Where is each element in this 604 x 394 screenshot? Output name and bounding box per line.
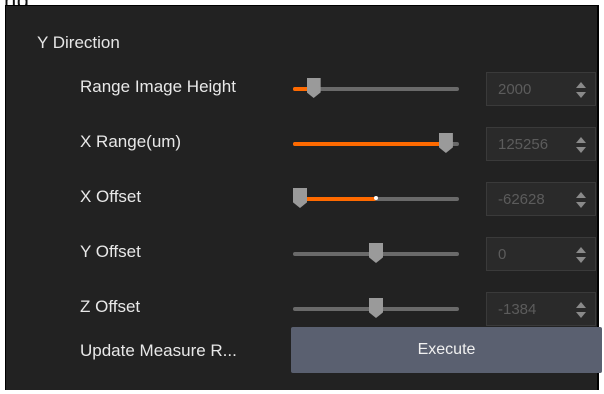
range-image-height-label: Range Image Height [80,77,236,96]
slider-center-marker [374,196,378,200]
slider-thumb[interactable] [293,188,307,208]
spin-arrows-icon[interactable] [576,192,587,208]
range-image-height-slider[interactable] [293,78,459,98]
range-image-height-row: Range Image Height 2000 [6,69,596,109]
update-measure-label: Update Measure R... [80,341,237,360]
z-offset-label: Z Offset [80,297,141,316]
x-range-slider[interactable] [293,133,459,153]
y-offset-label: Y Offset [80,242,141,261]
y-offset-value[interactable]: 0 [498,246,506,263]
z-offset-value[interactable]: -1384 [498,301,536,318]
x-offset-row: X Offset -62628 [6,179,596,219]
x-range-spinbox[interactable]: 125256 [486,127,596,161]
x-offset-spinbox[interactable]: -62628 [486,182,596,216]
x-range-row: X Range(um) 125256 [6,124,596,164]
spin-arrows-icon[interactable] [576,302,587,318]
z-offset-row: Z Offset -1384 [6,289,596,329]
y-direction-panel: Y Direction Range Image Height 2000 X Ra… [5,5,602,390]
x-range-value[interactable]: 125256 [498,136,548,153]
z-offset-spinbox[interactable]: -1384 [486,292,596,326]
x-offset-label: X Offset [80,187,142,206]
spin-arrows-icon[interactable] [576,82,587,98]
x-offset-value[interactable]: -62628 [498,191,545,208]
z-offset-slider[interactable] [293,298,459,318]
y-offset-slider[interactable] [293,243,459,263]
slider-thumb[interactable] [369,298,383,318]
range-image-height-value[interactable]: 2000 [498,81,531,98]
slider-fill [293,142,446,146]
x-offset-slider[interactable] [293,188,459,208]
slider-thumb[interactable] [369,243,383,263]
spin-arrows-icon[interactable] [576,247,587,263]
x-range-label: X Range(um) [80,132,182,151]
y-offset-spinbox[interactable]: 0 [486,237,596,271]
y-offset-row: Y Offset 0 [6,234,596,274]
slider-thumb[interactable] [306,78,321,98]
spin-arrows-icon[interactable] [576,137,587,153]
range-image-height-spinbox[interactable]: 2000 [486,72,596,106]
section-title: Y Direction [37,33,120,52]
slider-fill [300,197,376,201]
execute-button[interactable]: Execute [291,327,602,373]
slider-thumb[interactable] [438,133,453,153]
